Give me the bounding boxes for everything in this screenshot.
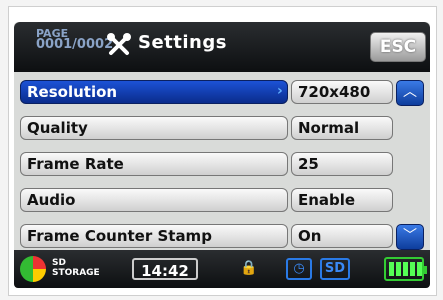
clock-icon: ◷ bbox=[286, 258, 312, 280]
header-bar: PAGE 0001/0002 Settings ESC bbox=[14, 22, 430, 72]
status-bar: SD STORAGE 14:42 🔒 ◷ SD bbox=[14, 250, 430, 288]
battery-icon bbox=[384, 257, 427, 281]
setting-label[interactable]: Frame Rate bbox=[20, 152, 288, 176]
time-display: 14:42 bbox=[132, 258, 198, 280]
chevron-down-icon: ﹀ bbox=[403, 228, 417, 244]
setting-value[interactable]: Enable bbox=[291, 188, 393, 212]
chevron-up-icon: ︿ bbox=[403, 84, 417, 100]
sd-badge: SD bbox=[320, 258, 350, 280]
page-indicator: PAGE 0001/0002 bbox=[36, 28, 114, 52]
scroll-down-button[interactable]: ﹀ bbox=[396, 224, 424, 250]
setting-label[interactable]: Audio bbox=[20, 188, 288, 212]
setting-value[interactable]: On bbox=[291, 224, 393, 248]
settings-screen: PAGE 0001/0002 Settings ESC Resolution ›… bbox=[14, 22, 430, 288]
page-title: Settings bbox=[138, 32, 227, 53]
setting-label[interactable]: Frame Counter Stamp bbox=[20, 224, 288, 248]
setting-label[interactable]: Quality bbox=[20, 116, 288, 140]
storage-label-line1: SD bbox=[52, 258, 66, 268]
setting-label[interactable]: Resolution bbox=[20, 80, 288, 104]
setting-value[interactable]: 720x480 bbox=[291, 80, 393, 104]
esc-button[interactable]: ESC bbox=[370, 32, 426, 62]
selection-arrow-icon: › bbox=[277, 83, 283, 99]
lock-icon: 🔒 bbox=[240, 260, 258, 276]
storage-label: SD STORAGE bbox=[52, 258, 100, 278]
scroll-up-button[interactable]: ︿ bbox=[396, 80, 424, 106]
storage-pie-icon bbox=[20, 256, 46, 282]
setting-value[interactable]: 25 bbox=[291, 152, 393, 176]
page-number: 0001/0002 bbox=[36, 37, 114, 52]
setting-value[interactable]: Normal bbox=[291, 116, 393, 140]
storage-label-line2: STORAGE bbox=[52, 268, 100, 278]
wrench-screwdriver-icon bbox=[107, 33, 131, 55]
